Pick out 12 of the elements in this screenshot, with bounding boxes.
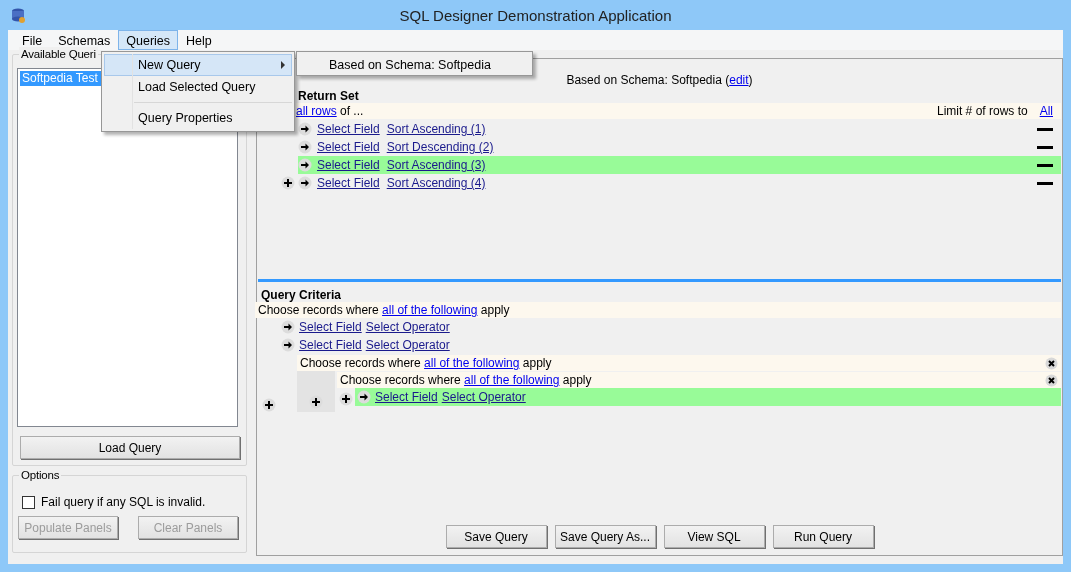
window-title: SQL Designer Demonstration Application <box>398 7 673 24</box>
row-scope-label: all rows of ... <box>296 104 364 118</box>
schema-label: Based on Schema: Softpedia (edit) <box>566 73 753 87</box>
criteria-sentence: Choose records where all of the following apply <box>300 356 552 370</box>
section-title: Query Criteria <box>261 288 343 302</box>
group-label: Options <box>19 468 62 482</box>
criteria-sentence: Choose records where all of the following apply <box>258 303 510 317</box>
checkbox-label: Fail query if any SQL is invalid. <box>41 495 206 509</box>
group-label: Available Queri <box>19 47 98 61</box>
limit-label: Limit # of rows to <box>936 104 1028 118</box>
criteria-sentence: Choose records where all of the following apply <box>340 373 592 387</box>
section-title: Return Set <box>298 89 360 103</box>
